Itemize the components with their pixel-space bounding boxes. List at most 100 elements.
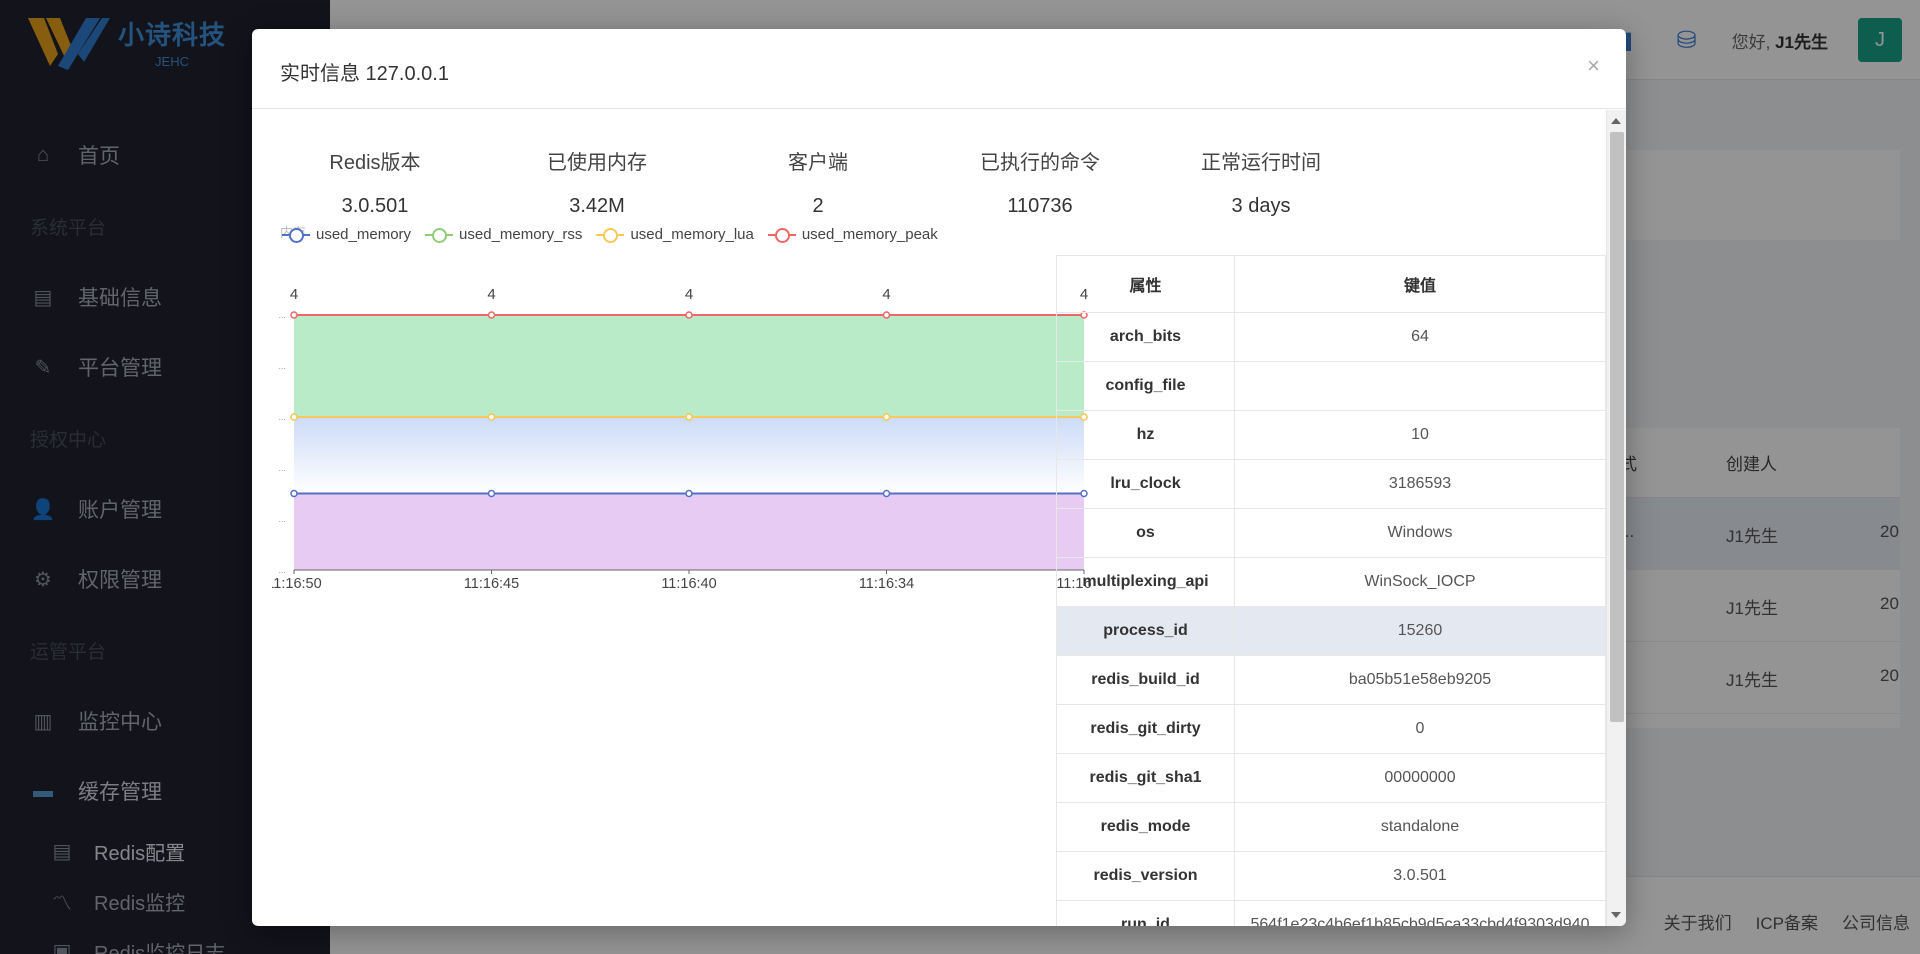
table-cell-value: ba05b51e58eb9205 (1234, 655, 1606, 705)
realtime-info-modal: 实时信息 127.0.0.1 × Redis版本 3.0.501 已使用内存 3… (252, 29, 1626, 926)
table-row[interactable]: run_id 564f1e23c4b6ef1b85cb9d5ca33cbd4f93… (1056, 900, 1606, 926)
data-point (882, 311, 891, 319)
data-point (487, 413, 496, 421)
x-tick-label: 11:16:40 (661, 576, 716, 592)
legend-label: used_memory_peak (801, 226, 938, 243)
column-header-key: 属性 (1056, 255, 1235, 313)
legend-item-used-memory[interactable]: used_memory (282, 226, 411, 243)
x-tick-label: 11:16:45 (464, 576, 519, 592)
y-tick-label: ... (278, 565, 286, 575)
table-cell-key: redis_git_dirty (1056, 704, 1235, 754)
stat-uptime: 正常运行时间 3 days (1161, 146, 1361, 218)
stat-used-memory: 已使用内存 3.42M (497, 146, 697, 218)
x-tick-label: 11:16:34 (859, 576, 914, 592)
data-label: 4 (487, 286, 495, 303)
table-cell-value: 0 (1234, 704, 1606, 754)
table-row[interactable]: process_id 15260 (1056, 606, 1606, 656)
y-tick-label: ... (278, 463, 286, 473)
table-cell-value: 3186593 (1234, 459, 1606, 509)
legend-item-used-memory-rss[interactable]: used_memory_rss (425, 226, 582, 243)
scroll-up-arrow-icon[interactable] (1611, 118, 1621, 124)
data-point (290, 489, 298, 498)
memory-chart: .................. 4 11:16:50 4 11:16:45 4 11:… (272, 286, 1092, 592)
table-cell-value (1234, 361, 1606, 411)
legend-symbol (425, 227, 454, 243)
data-point (882, 489, 891, 498)
area-used-memory-lua (294, 417, 1084, 494)
y-tick-label: ... (278, 310, 286, 320)
table-row[interactable]: redis_git_sha1 00000000 (1056, 753, 1606, 803)
scroll-thumb[interactable] (1610, 132, 1624, 722)
table-cell-key: os (1056, 508, 1235, 558)
area-used-memory (294, 493, 1084, 570)
data-point (290, 311, 298, 319)
table-header-row: 属性 键值 (1056, 255, 1606, 313)
stat-commands: 已执行的命令 110736 (940, 146, 1140, 218)
table-cell-key: config_file (1056, 361, 1235, 411)
table-cell-value: 15260 (1234, 606, 1606, 656)
table-row[interactable]: redis_build_id ba05b51e58eb9205 (1056, 655, 1606, 705)
data-point (882, 413, 891, 421)
data-point (487, 311, 496, 319)
stat-value: 3 days (1231, 195, 1291, 217)
table-cell-key: redis_mode (1056, 802, 1235, 852)
y-tick-label: ... (278, 412, 286, 422)
table-row[interactable]: hz 10 (1056, 410, 1606, 460)
legend-symbol (767, 227, 796, 243)
table-row[interactable]: lru_clock 3186593 (1056, 459, 1606, 509)
modal-body: Redis版本 3.0.501 已使用内存 3.42M 客户端 2 已执行的命令… (252, 110, 1606, 926)
table-cell-value: 3.0.501 (1234, 851, 1606, 901)
y-tick-label: ... (278, 361, 286, 371)
table-cell-value: 00000000 (1234, 753, 1606, 803)
table-cell-key: redis_git_sha1 (1056, 753, 1235, 803)
table-row[interactable]: arch_bits 64 (1056, 312, 1606, 362)
close-icon[interactable]: × (1587, 53, 1600, 79)
stats-row: Redis版本 3.0.501 已使用内存 3.42M 客户端 2 已执行的命令… (252, 110, 1606, 230)
table-cell-key: multiplexing_api (1056, 557, 1235, 607)
legend-label: used_memory_lua (630, 226, 754, 243)
table-cell-key: redis_version (1056, 851, 1235, 901)
table-cell-key: process_id (1056, 606, 1235, 656)
stat-value: 110736 (1007, 195, 1073, 217)
table-cell-key: lru_clock (1056, 459, 1235, 509)
data-point (685, 413, 693, 421)
table-row[interactable]: multiplexing_api WinSock_IOCP (1056, 557, 1606, 607)
table-cell-value: 564f1e23c4b6ef1b85cb9d5ca33cbd4f9303d940 (1234, 900, 1606, 926)
table-row[interactable]: redis_version 3.0.501 (1056, 851, 1606, 901)
table-row[interactable]: os Windows (1056, 508, 1606, 558)
modal-header: 实时信息 127.0.0.1 × (252, 29, 1626, 109)
chart-legend: used_memory used_memory_rss used_memory_… (282, 226, 938, 243)
stat-label: 正常运行时间 (1201, 152, 1321, 174)
column-header-value: 键值 (1234, 255, 1606, 313)
legend-symbol (282, 227, 310, 243)
modal-scrollbar[interactable] (1606, 110, 1626, 926)
stat-label: Redis版本 (329, 152, 421, 174)
stat-value: 3.0.501 (341, 195, 409, 217)
stat-label: 已使用内存 (547, 152, 647, 174)
legend-item-used-memory-peak[interactable]: used_memory_peak (767, 226, 938, 243)
table-cell-value: 64 (1234, 312, 1606, 362)
scroll-down-arrow-icon[interactable] (1611, 912, 1621, 918)
area-used-memory-peak (294, 315, 1084, 417)
data-label: 4 (290, 286, 298, 303)
data-label: 4 (882, 286, 890, 303)
modal-title: 实时信息 127.0.0.1 (280, 63, 449, 85)
table-row[interactable]: config_file (1056, 361, 1606, 411)
legend-label: used_memory_rss (459, 226, 583, 243)
data-label: 4 (685, 286, 693, 303)
table-row[interactable]: redis_mode standalone (1056, 802, 1606, 852)
data-point (685, 311, 693, 319)
data-point (290, 413, 298, 421)
table-cell-value: Windows (1234, 508, 1606, 558)
legend-symbol (596, 227, 625, 243)
legend-label: used_memory (316, 226, 412, 243)
stat-label: 客户端 (788, 152, 848, 174)
table-cell-key: run_id (1056, 900, 1235, 926)
table-row[interactable]: redis_git_dirty 0 (1056, 704, 1606, 754)
legend-item-used-memory-lua[interactable]: used_memory_lua (596, 226, 754, 243)
data-point (685, 489, 693, 498)
stat-value: 2 (812, 195, 824, 217)
stat-clients: 客户端 2 (718, 146, 918, 218)
stat-redis-version: Redis版本 3.0.501 (275, 146, 475, 218)
table-cell-value: 10 (1234, 410, 1606, 460)
